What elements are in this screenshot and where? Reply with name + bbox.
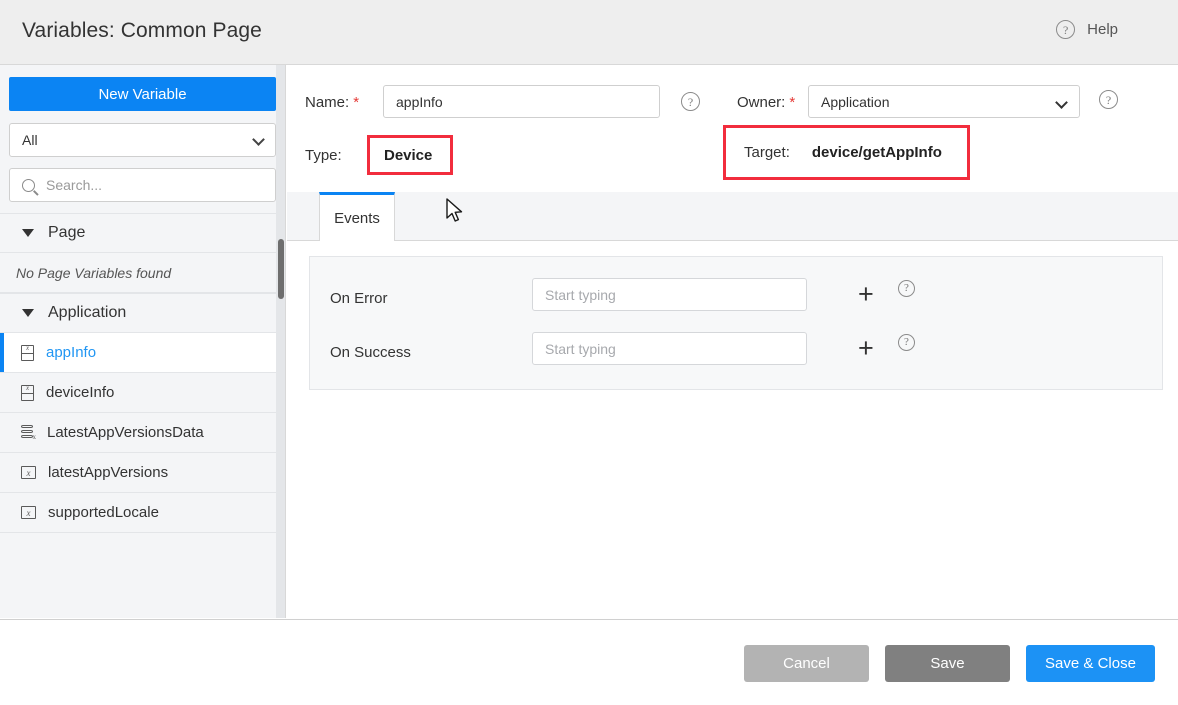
page-empty-message: No Page Variables found bbox=[0, 253, 285, 293]
owner-select[interactable]: Application bbox=[808, 85, 1080, 118]
caret-down-icon bbox=[22, 309, 34, 317]
list-item-label: LatestAppVersionsData bbox=[47, 424, 204, 441]
on-error-help-icon[interactable]: ? bbox=[898, 278, 915, 297]
variables-tree: Page No Page Variables found Application… bbox=[0, 213, 285, 618]
owner-select-value: Application bbox=[821, 94, 890, 110]
on-success-label: On Success bbox=[330, 344, 411, 361]
type-value: Device bbox=[384, 147, 432, 164]
type-field-row: Type: bbox=[305, 147, 342, 165]
tree-group-application[interactable]: Application bbox=[0, 293, 285, 333]
name-required-marker: * bbox=[353, 94, 359, 111]
variable-filter-select[interactable]: All bbox=[9, 123, 276, 157]
chevron-down-icon bbox=[252, 133, 265, 146]
list-item-label: latestAppVersions bbox=[48, 464, 168, 481]
name-label: Name: bbox=[305, 94, 349, 111]
window-header: Variables: Common Page ? Help bbox=[0, 0, 1178, 65]
list-item-deviceinfo[interactable]: deviceInfo bbox=[0, 373, 285, 413]
sidebar-scrollbar-thumb[interactable] bbox=[278, 239, 284, 299]
owner-label: Owner: bbox=[737, 94, 785, 111]
on-error-input[interactable] bbox=[532, 278, 807, 311]
sidebar-scrollbar-track[interactable] bbox=[276, 65, 285, 618]
tab-bar: Events bbox=[287, 192, 1178, 241]
on-error-label: On Error bbox=[330, 290, 388, 307]
tree-group-page[interactable]: Page bbox=[0, 213, 285, 253]
variable-filter-value: All bbox=[22, 132, 38, 148]
database-variable-icon: x bbox=[21, 425, 35, 441]
new-variable-button[interactable]: New Variable bbox=[9, 77, 276, 111]
help-label: Help bbox=[1087, 21, 1118, 38]
selection-indicator bbox=[0, 333, 4, 372]
owner-required-marker: * bbox=[789, 94, 795, 111]
caret-down-icon bbox=[22, 229, 34, 237]
save-and-close-button[interactable]: Save & Close bbox=[1026, 645, 1155, 682]
name-field-row: Name:* bbox=[305, 94, 359, 112]
target-field-annotation: Target: device/getAppInfo bbox=[723, 125, 970, 180]
search-icon bbox=[22, 179, 35, 192]
name-input[interactable] bbox=[383, 85, 660, 118]
question-circle-icon: ? bbox=[898, 334, 915, 351]
on-success-input[interactable] bbox=[532, 332, 807, 365]
tree-group-application-label: Application bbox=[48, 304, 126, 322]
type-label: Type: bbox=[305, 147, 342, 164]
list-item-supportedlocale[interactable]: supportedLocale bbox=[0, 493, 285, 533]
static-variable-icon bbox=[21, 506, 36, 519]
list-item-label: appInfo bbox=[46, 344, 96, 361]
variables-editor-window: Variables: Common Page ? Help New Variab… bbox=[0, 0, 1178, 705]
plus-icon[interactable]: + bbox=[858, 335, 874, 361]
device-variable-icon bbox=[21, 345, 34, 361]
on-success-help-icon[interactable]: ? bbox=[898, 332, 915, 351]
tree-group-page-label: Page bbox=[48, 224, 85, 242]
static-variable-icon bbox=[21, 466, 36, 479]
event-row-on-success: On Success + ? bbox=[310, 327, 1162, 381]
plus-icon[interactable]: + bbox=[858, 281, 874, 307]
list-item-appinfo[interactable]: appInfo bbox=[0, 333, 285, 373]
list-item-label: deviceInfo bbox=[46, 384, 114, 401]
variable-detail-panel: Name:* ? Owner:* Application ? Type: Dev… bbox=[287, 65, 1178, 618]
save-button[interactable]: Save bbox=[885, 645, 1010, 682]
owner-help-icon[interactable]: ? bbox=[1099, 90, 1118, 109]
question-circle-icon: ? bbox=[1056, 20, 1075, 39]
list-item-latestappversions[interactable]: latestAppVersions bbox=[0, 453, 285, 493]
name-help-icon[interactable]: ? bbox=[681, 92, 700, 111]
variables-sidebar: New Variable All Page No Page Variables … bbox=[0, 65, 286, 618]
target-value: device/getAppInfo bbox=[812, 144, 942, 161]
list-item-label: supportedLocale bbox=[48, 504, 159, 521]
target-label: Target: bbox=[744, 144, 790, 161]
dialog-footer: Cancel Save Save & Close bbox=[0, 619, 1178, 705]
search-box[interactable] bbox=[9, 168, 276, 202]
question-circle-icon: ? bbox=[898, 280, 915, 297]
search-input[interactable] bbox=[44, 176, 244, 194]
page-title: Variables: Common Page bbox=[22, 19, 262, 43]
tab-events[interactable]: Events bbox=[319, 192, 395, 241]
chevron-down-icon bbox=[1055, 96, 1068, 109]
event-row-on-error: On Error + ? bbox=[310, 273, 1162, 327]
type-value-annotation: Device bbox=[367, 135, 453, 175]
list-item-latestappversionsdata[interactable]: x LatestAppVersionsData bbox=[0, 413, 285, 453]
help-button[interactable]: ? Help bbox=[1056, 20, 1118, 39]
cancel-button[interactable]: Cancel bbox=[744, 645, 869, 682]
events-panel: On Error + ? On Success + ? bbox=[309, 256, 1163, 390]
device-variable-icon bbox=[21, 385, 34, 401]
owner-field-row: Owner:* bbox=[737, 94, 795, 112]
